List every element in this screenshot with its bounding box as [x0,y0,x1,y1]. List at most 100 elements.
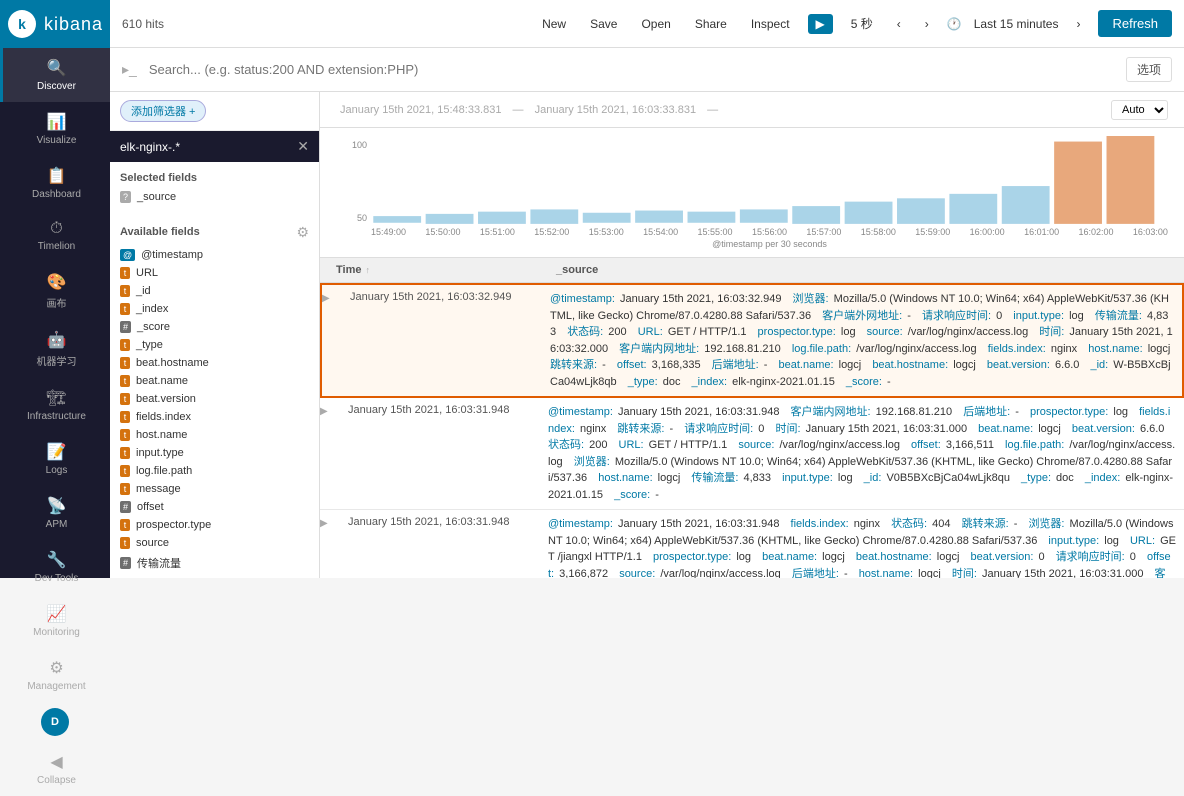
search-input[interactable] [149,62,1118,77]
available-fields-header: Available fields ⚙ [120,218,309,246]
field-type-badge: # [120,321,131,333]
new-button[interactable]: New [536,13,572,35]
sidebar-item-apm[interactable]: 📡 APM [0,486,110,540]
chart-x-center-label: @timestamp per 30 seconds [371,239,1168,249]
play-button[interactable]: ▶ [808,14,833,34]
field-type-badge: ? [120,191,131,203]
field-label: prospector.type: [1030,406,1108,418]
save-button[interactable]: Save [584,13,623,35]
field-item[interactable]: t _id [120,282,309,300]
discover-icon: 🔍 [47,58,67,78]
default-icon: D [51,716,59,728]
field-item[interactable]: # _score [120,318,309,336]
field-item[interactable]: t _type [120,336,309,354]
field-type-badge: t [120,339,130,351]
prev-time-button[interactable]: ‹ [891,13,907,35]
field-item[interactable]: t _index [120,300,309,318]
field-type-badge: t [120,303,130,315]
field-item[interactable]: # offset [120,498,309,516]
sidebar-item-monitoring[interactable]: 📈 Monitoring [0,594,110,648]
filter-tag[interactable]: 添加筛选器 + [120,100,206,122]
field-name: host.name [136,429,187,441]
sidebar-item-label: 画布 [47,295,67,310]
field-item[interactable]: t source [120,534,309,552]
sidebar-item-timelion[interactable]: ⏱ Timelion [0,210,110,262]
row-expand-button[interactable]: ▶ [320,398,340,509]
field-value: log [838,326,859,338]
field-type-badge: t [120,285,130,297]
chart-x-label: 15:52:00 [534,227,569,237]
field-label: 状态码: [891,518,927,530]
chart-area: 100 50 [320,128,1184,258]
field-value: 200 [586,439,610,451]
field-item[interactable]: t beat.version [120,390,309,408]
field-item[interactable]: t beat.hostname [120,354,309,372]
field-name: _index [136,303,168,315]
field-value: /var/log/nginx/access.log [905,326,1032,338]
table-area: Time ↑ _source ▶ January 15th 2021, 16:0… [320,258,1184,578]
field-item[interactable]: t URL [120,264,309,282]
field-item[interactable]: ? _source [120,188,309,206]
expand-time-button[interactable]: › [1070,13,1086,35]
share-button[interactable]: Share [689,13,733,35]
options-button[interactable]: 选项 [1126,57,1172,82]
sidebar-item-ml[interactable]: 🤖 机器学习 [0,320,110,378]
field-item[interactable]: # 传输流量 [120,552,309,574]
field-value: nginx [1048,343,1080,355]
field-label: beat.hostname: [856,551,932,563]
row-time: January 15th 2021, 16:03:32.949 [342,285,542,396]
field-label: 时间: [775,423,800,435]
next-time-button[interactable]: › [919,13,935,35]
gear-icon[interactable]: ⚙ [296,224,309,241]
sidebar-item-canvas[interactable]: 🎨 画布 [0,262,110,320]
field-item[interactable]: t fields.index [120,408,309,426]
seconds-label: 5 秒 [845,11,879,36]
time-column-header[interactable]: Time ↑ [336,264,556,276]
sidebar-item-label: Timelion [38,241,75,252]
field-type-badge: t [120,429,130,441]
field-name: input.type [136,447,184,459]
field-label: 后端地址: [963,406,1010,418]
field-label: input.type: [782,472,833,484]
sidebar-item-logs[interactable]: 📝 Logs [0,432,110,486]
inspect-button[interactable]: Inspect [745,13,796,35]
field-label: 浏览器: [1028,518,1064,530]
field-item[interactable]: t input.type [120,444,309,462]
field-label: 客户端外网地址: [822,310,902,322]
chart-x-label: 15:56:00 [752,227,787,237]
field-item[interactable]: t message [120,480,309,498]
logo[interactable]: k kibana [0,0,110,48]
open-button[interactable]: Open [635,13,676,35]
sidebar: k kibana 🔍 Discover 📊 Visualize 📋 Dashbo… [0,0,110,578]
sidebar-item-label: Management [27,681,85,692]
sidebar-item-default[interactable]: D [41,708,69,736]
refresh-button[interactable]: Refresh [1098,10,1172,37]
field-label: source: [738,439,774,451]
index-pattern-close-icon[interactable]: ✕ [297,138,309,155]
row-expand-button[interactable]: ▶ [322,285,342,396]
sidebar-item-devtools[interactable]: 🔧 Dev Tools [0,540,110,594]
filter-tag-label: 添加筛选器 + [131,103,195,119]
chart-x-label: 16:01:00 [1024,227,1059,237]
field-item[interactable]: t host.name [120,426,309,444]
sidebar-item-management[interactable]: ⚙ Management [0,648,110,702]
table-row: ▶ January 15th 2021, 16:03:31.948 @times… [320,510,1184,578]
sidebar-item-discover[interactable]: 🔍 Discover [0,48,110,102]
field-label: beat.name: [779,359,834,371]
field-item[interactable]: t beat.name [120,372,309,390]
sidebar-item-collapse[interactable]: ◀ Collapse [0,742,110,796]
row-source: @timestamp: January 15th 2021, 16:03:31.… [540,398,1184,509]
chart-x-label: 16:03:00 [1133,227,1168,237]
sidebar-item-infrastructure[interactable]: 🏗 Infrastructure [0,378,110,432]
sidebar-item-visualize[interactable]: 📊 Visualize [0,102,110,156]
canvas-icon: 🎨 [47,272,67,292]
field-label: @timestamp: [548,518,613,530]
field-value: - [666,423,676,435]
field-item[interactable]: t prospector.type [120,516,309,534]
auto-refresh-select[interactable]: Auto [1111,100,1168,120]
row-expand-button[interactable]: ▶ [320,510,340,578]
field-item[interactable]: t log.file.path [120,462,309,480]
available-fields-section: Available fields ⚙ @ @timestamp t URL t … [110,212,319,578]
field-item[interactable]: @ @timestamp [120,246,309,264]
sidebar-item-dashboard[interactable]: 📋 Dashboard [0,156,110,210]
